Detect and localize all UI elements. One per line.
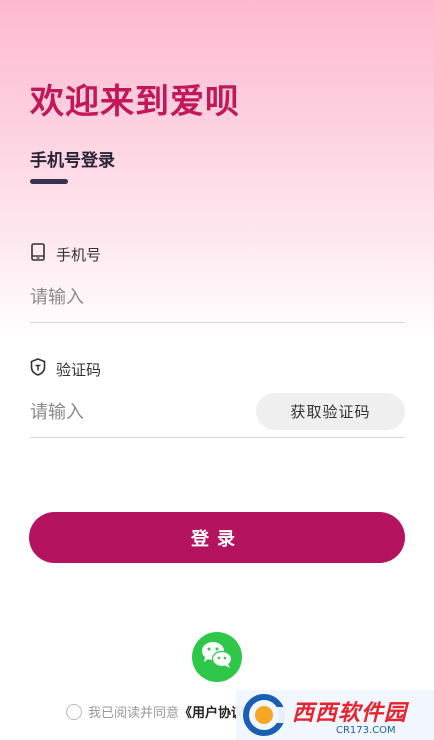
- watermark: 西西软件园 CR173.COM: [236, 690, 434, 740]
- tab-indicator: [30, 179, 68, 184]
- watermark-sub-text: CR173.COM: [336, 724, 396, 736]
- code-label: 验证码: [56, 360, 102, 379]
- login-screen: 欢迎来到爱呗 手机号登录 手机号 验证码 获取验证码 登录: [0, 0, 434, 740]
- phone-input[interactable]: [30, 277, 404, 317]
- agree-radio[interactable]: [66, 703, 82, 720]
- phone-label: 手机号: [56, 245, 102, 264]
- watermark-logo-icon: [243, 694, 288, 736]
- wechat-login-button[interactable]: [192, 632, 242, 682]
- welcome-title: 欢迎来到爱呗: [30, 82, 240, 122]
- code-label-row: 验证码: [30, 358, 101, 380]
- watermark-main-text: 西西软件园: [292, 700, 408, 726]
- agreement-row: 我已阅读并同意 《用户协议》: [66, 702, 257, 721]
- tab-phone-login[interactable]: 手机号登录: [30, 146, 115, 171]
- phone-divider: [30, 322, 405, 323]
- phone-icon: [30, 243, 46, 265]
- wechat-icon: [199, 639, 235, 675]
- code-input[interactable]: [30, 392, 240, 432]
- login-button[interactable]: 登录: [29, 512, 405, 563]
- get-code-button[interactable]: 获取验证码: [256, 393, 405, 430]
- shield-icon: [30, 358, 46, 380]
- code-divider: [30, 437, 405, 438]
- agreement-text: 我已阅读并同意: [88, 706, 180, 721]
- phone-label-row: 手机号: [30, 243, 101, 265]
